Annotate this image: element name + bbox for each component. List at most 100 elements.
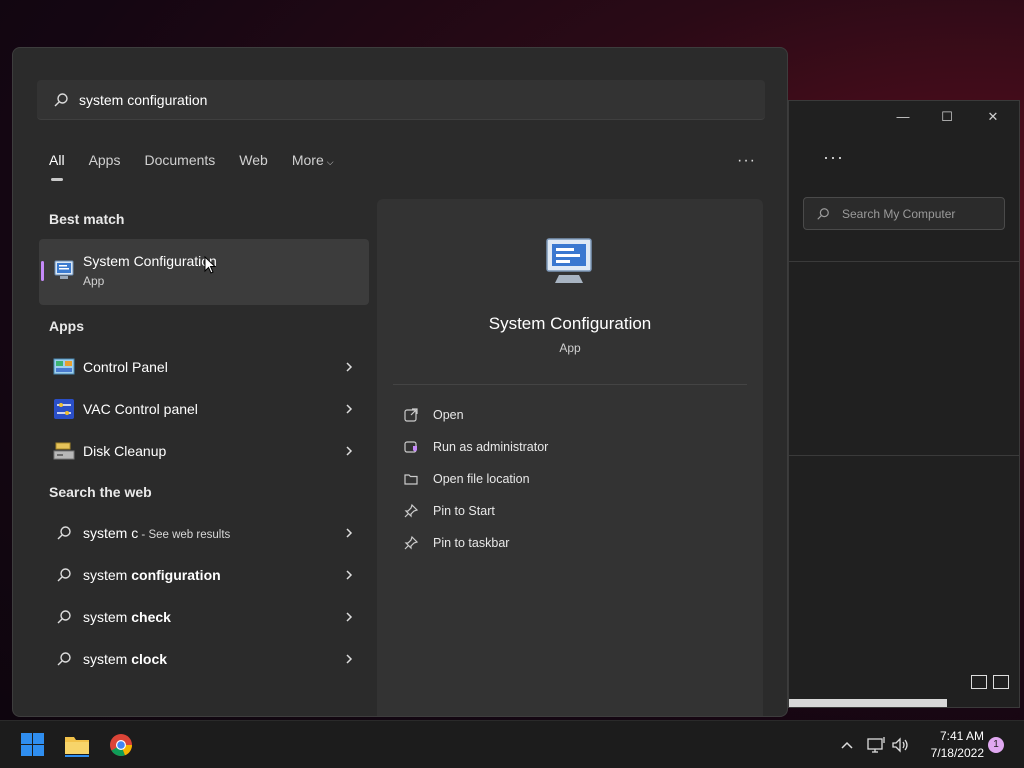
app-item-label: Disk Cleanup bbox=[83, 443, 167, 459]
preview-subtitle: App bbox=[559, 341, 581, 355]
search-icon bbox=[53, 606, 75, 628]
search-query: system configuration bbox=[79, 91, 208, 108]
action-open-file-location[interactable]: Open file location bbox=[403, 469, 530, 489]
chevron-right-icon[interactable] bbox=[343, 527, 355, 539]
chrome-icon[interactable] bbox=[108, 733, 134, 757]
vac-control-icon bbox=[53, 398, 75, 420]
network-icon[interactable] bbox=[866, 735, 886, 755]
pin-icon bbox=[404, 535, 419, 550]
control-panel-icon bbox=[53, 356, 75, 378]
more-options-button[interactable]: ··· bbox=[823, 147, 844, 168]
notification-badge[interactable]: 1 bbox=[988, 737, 1004, 753]
system-configuration-icon bbox=[54, 260, 74, 279]
web-result-label: system check bbox=[83, 609, 343, 625]
web-result-label: system c - See web results bbox=[83, 525, 343, 541]
chevron-right-icon[interactable] bbox=[343, 569, 355, 581]
apps-heading: Apps bbox=[49, 318, 84, 334]
minimize-button[interactable]: — bbox=[893, 109, 913, 124]
close-button[interactable]: ✕ bbox=[983, 109, 1003, 125]
clock-date: 7/18/2022 bbox=[930, 746, 984, 760]
action-label: Pin to taskbar bbox=[433, 536, 510, 550]
action-label: Open file location bbox=[433, 472, 530, 486]
best-match-heading: Best match bbox=[49, 211, 125, 227]
maximize-button[interactable]: ☐ bbox=[937, 109, 957, 125]
web-result-prefix: system bbox=[83, 651, 132, 667]
tab-apps[interactable]: Apps bbox=[89, 152, 121, 174]
folder-icon bbox=[404, 474, 418, 485]
shield-admin-icon bbox=[404, 441, 417, 453]
explorer-window: — ☐ ✕ ▾ ··· Search My Computer bbox=[783, 100, 1020, 708]
chevron-down-icon: ⌵ bbox=[326, 157, 334, 167]
dialog-buttons-partial bbox=[789, 699, 947, 707]
web-result-hint: - See web results bbox=[138, 529, 231, 541]
app-item-vac-control-panel[interactable]: VAC Control panel bbox=[39, 391, 369, 427]
search-icon bbox=[53, 564, 75, 586]
web-result-item[interactable]: system check bbox=[39, 599, 369, 635]
web-result-prefix: system bbox=[83, 609, 132, 625]
start-search-input[interactable]: system configuration bbox=[37, 80, 765, 120]
web-result-bold: clock bbox=[131, 651, 168, 667]
action-pin-to-start[interactable]: Pin to Start bbox=[403, 501, 495, 521]
tab-all[interactable]: All bbox=[49, 152, 65, 181]
explorer-toolbar: ▾ ··· bbox=[783, 147, 1019, 175]
explorer-titlebar: — ☐ ✕ bbox=[789, 101, 1019, 133]
selection-accent bbox=[41, 261, 44, 281]
divider bbox=[393, 384, 747, 385]
disk-cleanup-icon bbox=[53, 440, 75, 462]
best-match-title: System Configuration bbox=[83, 253, 217, 269]
search-icon bbox=[53, 522, 75, 544]
action-label: Open bbox=[433, 408, 464, 422]
tab-more[interactable]: More ⌵ bbox=[292, 152, 334, 174]
app-item-label: Control Panel bbox=[83, 359, 168, 375]
view-toggle bbox=[971, 675, 1009, 689]
mouse-cursor-icon bbox=[204, 256, 216, 274]
action-run-as-administrator[interactable]: Run as administrator bbox=[403, 437, 548, 457]
app-item-disk-cleanup[interactable]: Disk Cleanup bbox=[39, 433, 369, 469]
web-result-item[interactable]: system c - See web results bbox=[39, 515, 369, 551]
chevron-right-icon[interactable] bbox=[343, 611, 355, 623]
preview-pane: System Configuration App Open Run as adm… bbox=[377, 199, 763, 716]
windows-start-icon[interactable] bbox=[20, 733, 46, 757]
open-external-icon bbox=[404, 408, 418, 422]
pin-icon bbox=[404, 503, 419, 518]
search-icon bbox=[53, 648, 75, 670]
search-tabs: All Apps Documents Web More ⌵ bbox=[49, 152, 358, 181]
tab-web[interactable]: Web bbox=[239, 152, 268, 174]
web-result-bold: check bbox=[131, 609, 171, 625]
more-options-button[interactable]: ··· bbox=[737, 152, 756, 170]
system-configuration-icon bbox=[546, 238, 592, 283]
clock[interactable]: 7:41 AM 7/18/2022 bbox=[914, 728, 984, 762]
chevron-up-icon[interactable] bbox=[840, 735, 854, 755]
tab-documents[interactable]: Documents bbox=[144, 152, 215, 174]
volume-icon[interactable] bbox=[890, 735, 910, 755]
search-web-heading: Search the web bbox=[49, 484, 152, 500]
web-result-label: system clock bbox=[83, 651, 343, 667]
best-match-subtitle: App bbox=[83, 274, 105, 288]
web-result-item[interactable]: system clock bbox=[39, 641, 369, 677]
explorer-search-input[interactable]: Search My Computer bbox=[803, 197, 1005, 230]
action-label: Pin to Start bbox=[433, 504, 495, 518]
clock-time: 7:41 AM bbox=[939, 729, 984, 743]
search-icon bbox=[817, 207, 829, 220]
preview-title: System Configuration bbox=[488, 314, 652, 333]
app-item-control-panel[interactable]: Control Panel bbox=[39, 349, 369, 385]
action-pin-to-taskbar[interactable]: Pin to taskbar bbox=[403, 533, 509, 553]
chevron-right-icon[interactable] bbox=[343, 403, 355, 415]
web-result-label: system configuration bbox=[83, 567, 343, 583]
search-icon bbox=[54, 92, 68, 106]
web-result-item[interactable]: system configuration bbox=[39, 557, 369, 593]
app-item-label: VAC Control panel bbox=[83, 401, 198, 417]
file-explorer-icon[interactable] bbox=[64, 733, 90, 757]
web-result-query: system c bbox=[83, 525, 139, 541]
web-result-prefix: system bbox=[83, 567, 132, 583]
action-open[interactable]: Open bbox=[403, 405, 464, 425]
action-label: Run as administrator bbox=[433, 440, 549, 454]
chevron-right-icon[interactable] bbox=[343, 361, 355, 373]
tiles-view-icon[interactable] bbox=[993, 675, 1009, 689]
tab-more-label: More bbox=[291, 152, 324, 168]
explorer-search-placeholder: Search My Computer bbox=[842, 206, 956, 221]
chevron-right-icon[interactable] bbox=[343, 653, 355, 665]
chevron-right-icon[interactable] bbox=[343, 445, 355, 457]
divider bbox=[789, 455, 1019, 456]
details-view-icon[interactable] bbox=[971, 675, 987, 689]
